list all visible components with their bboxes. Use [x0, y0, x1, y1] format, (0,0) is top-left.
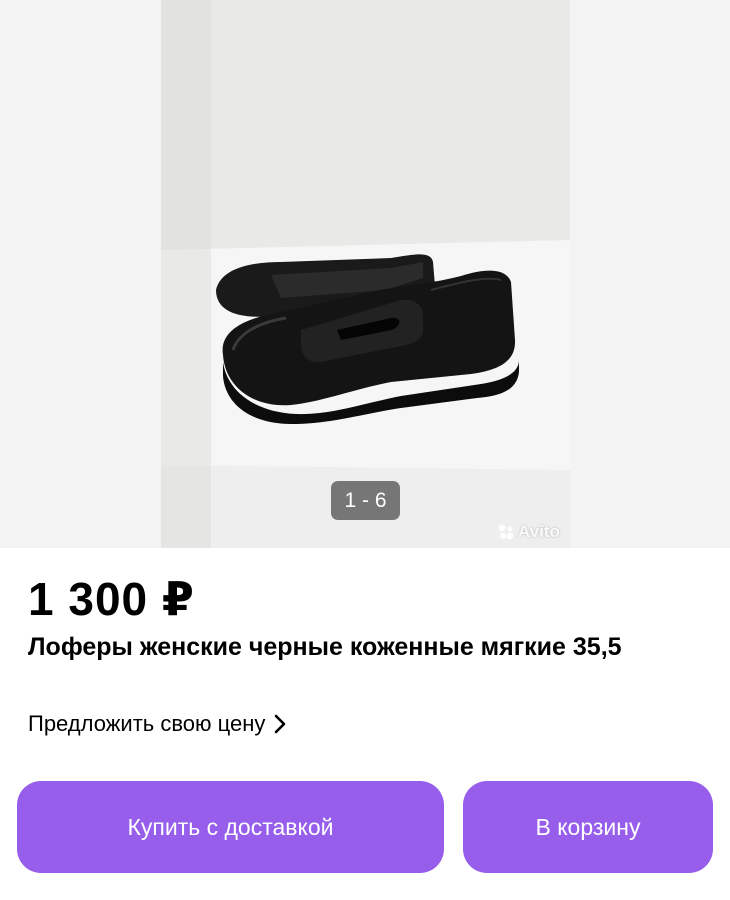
buy-with-delivery-button[interactable]: Купить с доставкой: [17, 781, 444, 873]
offer-price-link[interactable]: Предложить свою цену: [28, 708, 287, 740]
chevron-right-icon: [275, 714, 286, 734]
avito-logo-icon: [498, 524, 514, 540]
add-to-cart-button[interactable]: В корзину: [463, 781, 713, 873]
offer-price-label: Предложить свою цену: [28, 711, 266, 736]
price: 1 300 ₽: [28, 573, 195, 625]
product-gallery[interactable]: 1 - 6 Avito: [0, 0, 730, 548]
listing-title: Лоферы женские черные коженные мягкие 35…: [28, 633, 622, 661]
photo-counter: 1 - 6: [331, 481, 400, 520]
shoe-image: [161, 0, 570, 548]
product-photo[interactable]: [161, 0, 570, 548]
avito-watermark: Avito: [497, 521, 560, 543]
watermark-text: Avito: [518, 522, 560, 541]
